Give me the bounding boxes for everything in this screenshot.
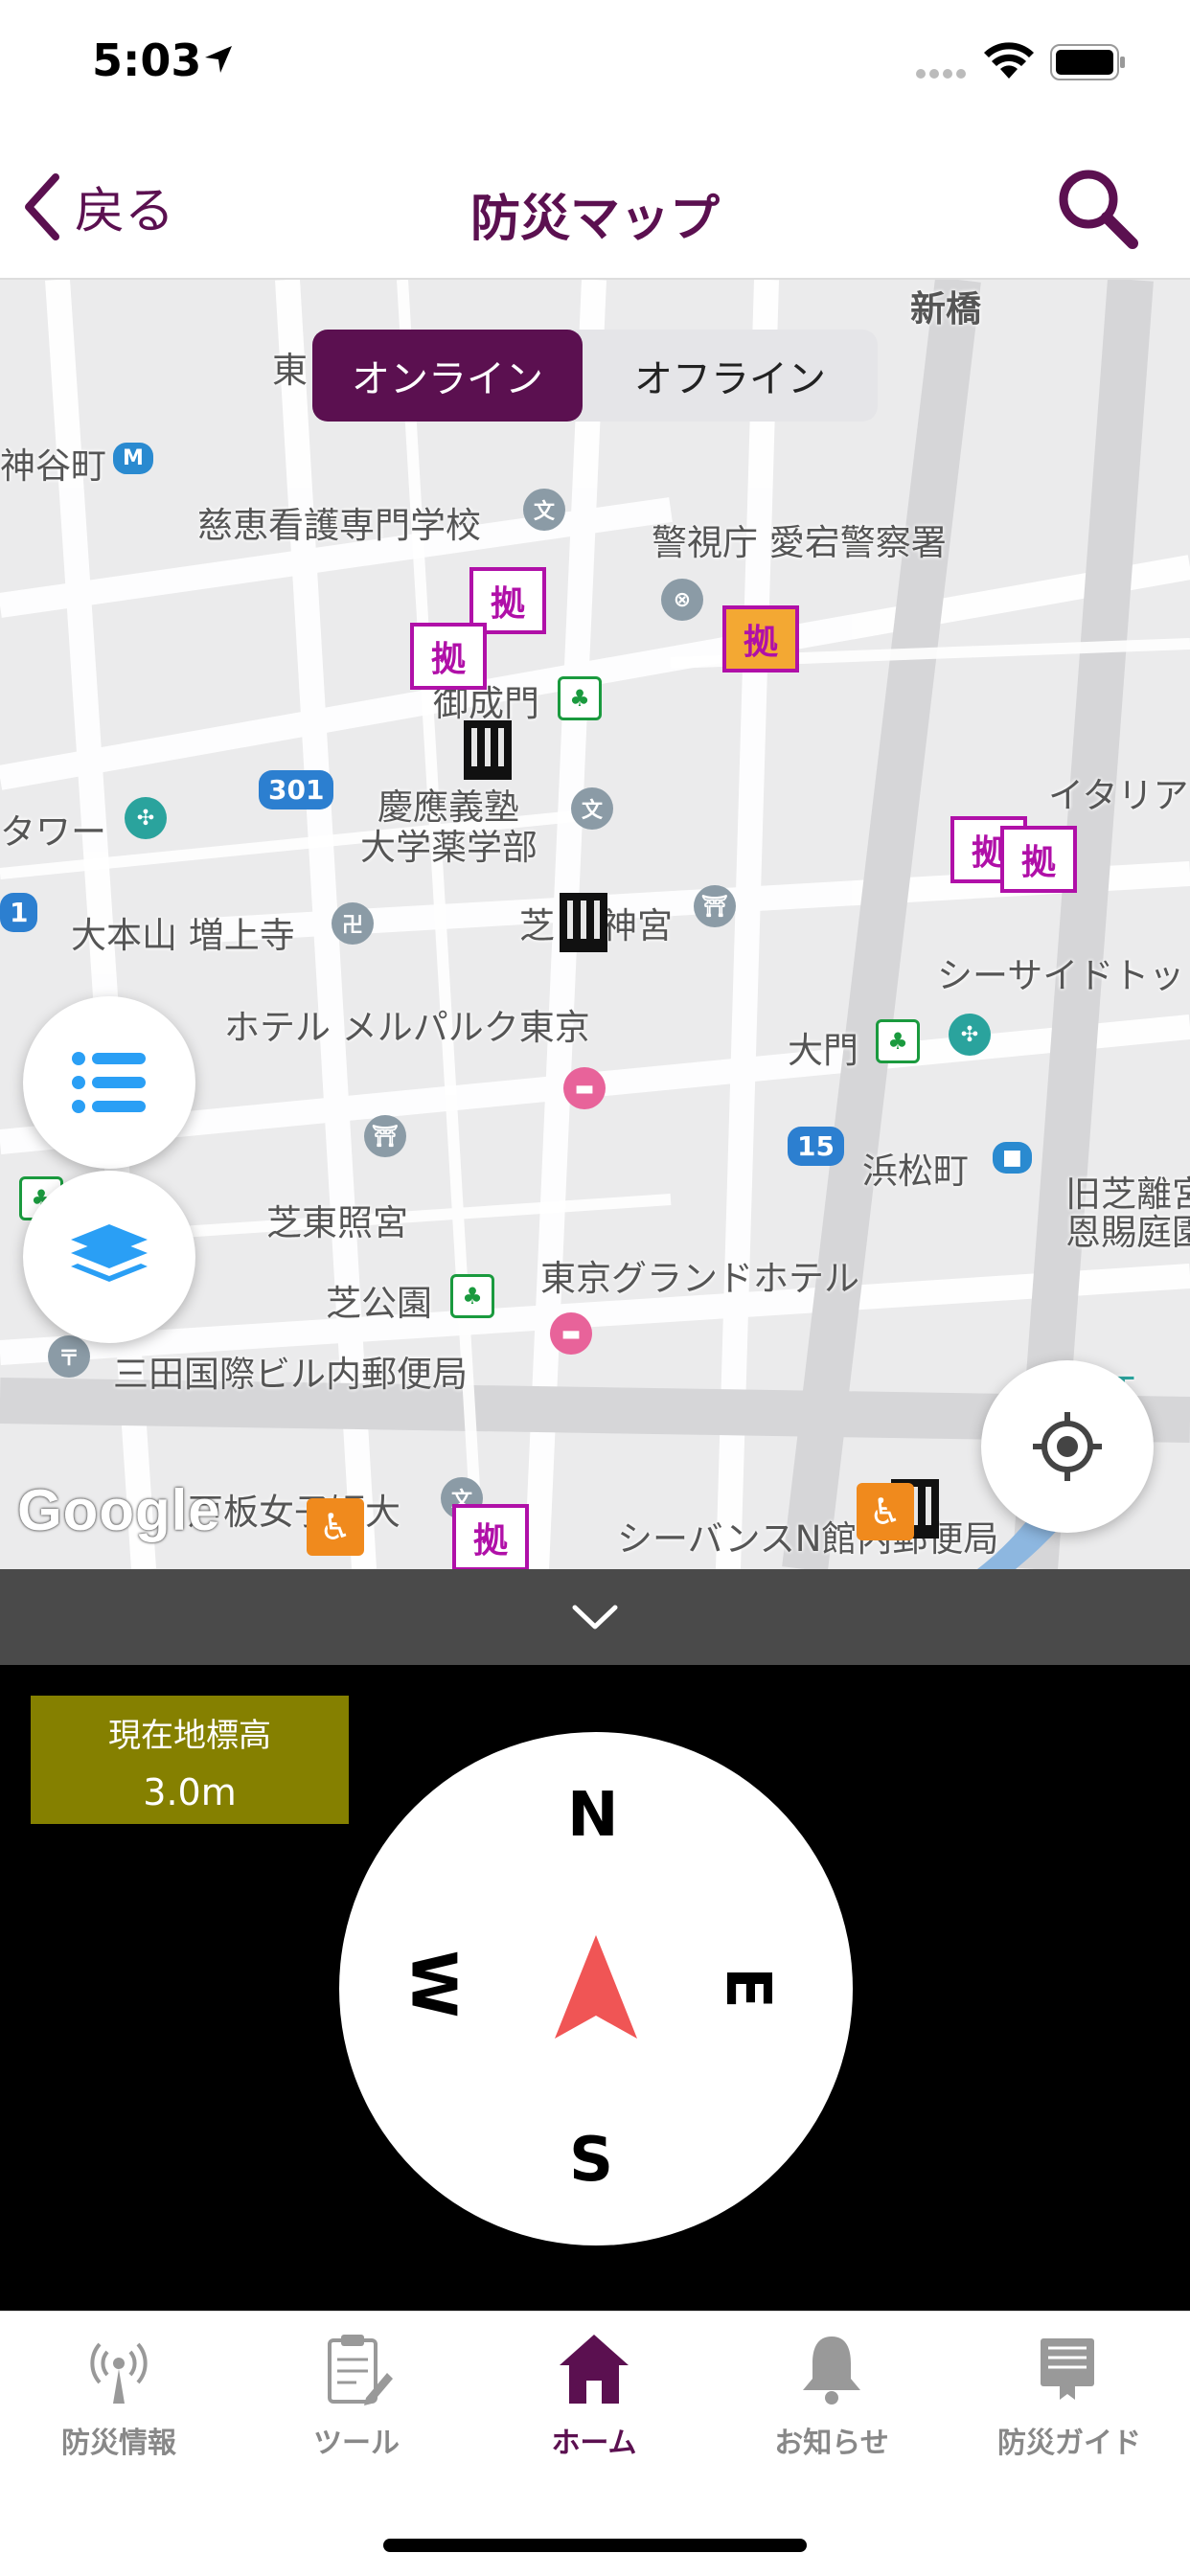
- tab-label: 防災ガイド: [997, 2427, 1141, 2460]
- bell-icon: [803, 2337, 860, 2405]
- compass-panel: 現在地標高 3.0m N E S W: [0, 1665, 1190, 2311]
- map-label: 神谷町: [0, 445, 106, 487]
- park-icon: ♣: [558, 676, 602, 720]
- compass-south: S: [569, 2125, 614, 2196]
- map-label: 東京グランドホテル: [540, 1258, 859, 1299]
- map-label: 東: [272, 350, 308, 391]
- map-label: 恩賜庭園: [1065, 1212, 1190, 1253]
- accessible-facility-marker[interactable]: ♿: [857, 1483, 914, 1540]
- shrine-icon: ⛩: [694, 885, 736, 927]
- search-icon[interactable]: [1054, 165, 1140, 251]
- police-icon: ⊗: [661, 579, 703, 621]
- school-icon: 文: [523, 489, 565, 531]
- building-marker[interactable]: [464, 720, 512, 780]
- compass-east: E: [711, 1967, 783, 2009]
- online-offline-toggle: オンライン オフライン: [312, 330, 878, 422]
- status-time: 5:03: [92, 34, 202, 86]
- antenna-icon: [90, 2342, 148, 2404]
- map-label: 芝公園: [326, 1283, 432, 1324]
- status-bar: 5:03: [0, 0, 1190, 134]
- evacuation-base-marker[interactable]: 拠: [452, 1504, 529, 1569]
- chevron-down-icon: [572, 1605, 618, 1630]
- post-office-icon: 〒: [48, 1335, 90, 1378]
- evacuation-base-marker[interactable]: 拠: [1000, 826, 1077, 893]
- map-label: シーバンスN館内郵便局: [617, 1518, 999, 1560]
- elevation-value: 3.0m: [143, 1771, 237, 1813]
- map-label: 芝: [519, 905, 555, 946]
- compass-north: N: [567, 1780, 619, 1851]
- map-view[interactable]: オンライン オフライン 新橋 東 神谷町 M 慈恵看護専門学校 文 警視庁 愛宕…: [0, 280, 1190, 1569]
- location-arrow-icon: [205, 46, 232, 73]
- map-label: 三田国際ビル内郵便局: [113, 1354, 468, 1395]
- route-301-badge: 301: [259, 770, 334, 809]
- map-label: 大本山 増上寺: [71, 915, 295, 956]
- list-button[interactable]: [23, 996, 195, 1169]
- building-marker[interactable]: [560, 893, 607, 952]
- hotel-icon: ▬: [563, 1067, 606, 1109]
- tab-label: ツール: [313, 2427, 400, 2460]
- temple-icon: 卍: [332, 902, 374, 945]
- evacuation-base-marker[interactable]: 拠: [410, 623, 487, 690]
- tab-label: ホーム: [551, 2427, 637, 2460]
- battery-icon: [1050, 44, 1125, 80]
- hotel-icon: ▬: [550, 1312, 592, 1355]
- map-label: 芝東照宮: [266, 1202, 408, 1243]
- accessible-facility-marker[interactable]: ♿: [307, 1498, 364, 1556]
- attraction-icon: ✣: [125, 797, 167, 839]
- elevation-box: 現在地標高 3.0m: [31, 1696, 349, 1824]
- signal-icon: [916, 69, 966, 79]
- tab-home[interactable]: ホーム: [475, 2331, 713, 2461]
- layers-icon: [71, 1224, 148, 1282]
- map-label: シーサイドトッ: [937, 955, 1185, 996]
- map-label: 神宮: [602, 905, 673, 946]
- navigation-bar: 戻る 防災マップ: [0, 134, 1190, 280]
- home-icon: [560, 2335, 629, 2404]
- school-icon: 文: [571, 787, 613, 830]
- guide-book-icon: [1041, 2338, 1094, 2400]
- layers-button[interactable]: [23, 1171, 195, 1343]
- tab-label: お知らせ: [774, 2427, 889, 2460]
- list-icon: [72, 1052, 146, 1113]
- bus-icon: ■: [993, 1142, 1032, 1174]
- google-logo: Google: [17, 1478, 221, 1542]
- wifi-icon: [984, 42, 1034, 79]
- shrine-icon: ⛩: [364, 1115, 406, 1157]
- tab-label: 防災情報: [61, 2427, 176, 2460]
- park-icon: ♣: [450, 1274, 494, 1318]
- map-label: 浜松町: [862, 1151, 969, 1192]
- attraction-icon: ✣: [949, 1014, 991, 1056]
- crosshair-icon: [1033, 1412, 1102, 1481]
- collapse-panel-button[interactable]: [0, 1569, 1190, 1665]
- map-label: 大門: [788, 1030, 858, 1071]
- subway-icon: M: [113, 443, 153, 474]
- map-label: イタリア: [1048, 775, 1189, 816]
- compass-arrow-icon: [555, 1935, 637, 2039]
- tab-notices[interactable]: お知らせ: [713, 2331, 950, 2461]
- elevation-label: 現在地標高: [108, 1717, 271, 1755]
- map-label: 新橋: [910, 288, 981, 330]
- clipboard-icon: [328, 2335, 393, 2405]
- compass: N E S W: [339, 1732, 853, 2245]
- map-label: タワー: [0, 811, 106, 853]
- route-1-badge: 1: [0, 893, 38, 932]
- tab-tools[interactable]: ツール: [238, 2331, 475, 2461]
- evacuation-base-marker[interactable]: 拠: [722, 605, 799, 672]
- map-label: 慈恵看護専門学校: [197, 505, 481, 546]
- online-segment[interactable]: オンライン: [312, 330, 583, 422]
- tab-disaster-guide[interactable]: 防災ガイド: [950, 2331, 1188, 2461]
- map-label: 警視庁 愛宕警察署: [652, 522, 947, 563]
- compass-west: W: [397, 1949, 469, 2018]
- home-indicator: [383, 2539, 807, 2552]
- page-title: 防災マップ: [469, 191, 720, 248]
- map-label: ホテル メルパルク東京: [224, 1007, 590, 1048]
- map-label: 大学薬学部: [360, 827, 538, 868]
- tab-bar: 防災情報 ツール ホーム お知らせ 防災ガイド: [0, 2311, 1190, 2576]
- park-icon: ♣: [876, 1019, 920, 1063]
- current-location-button[interactable]: [981, 1360, 1154, 1533]
- tab-disaster-info[interactable]: 防災情報: [0, 2331, 238, 2461]
- route-15-badge: 15: [788, 1127, 844, 1166]
- offline-segment[interactable]: オフライン: [583, 330, 878, 422]
